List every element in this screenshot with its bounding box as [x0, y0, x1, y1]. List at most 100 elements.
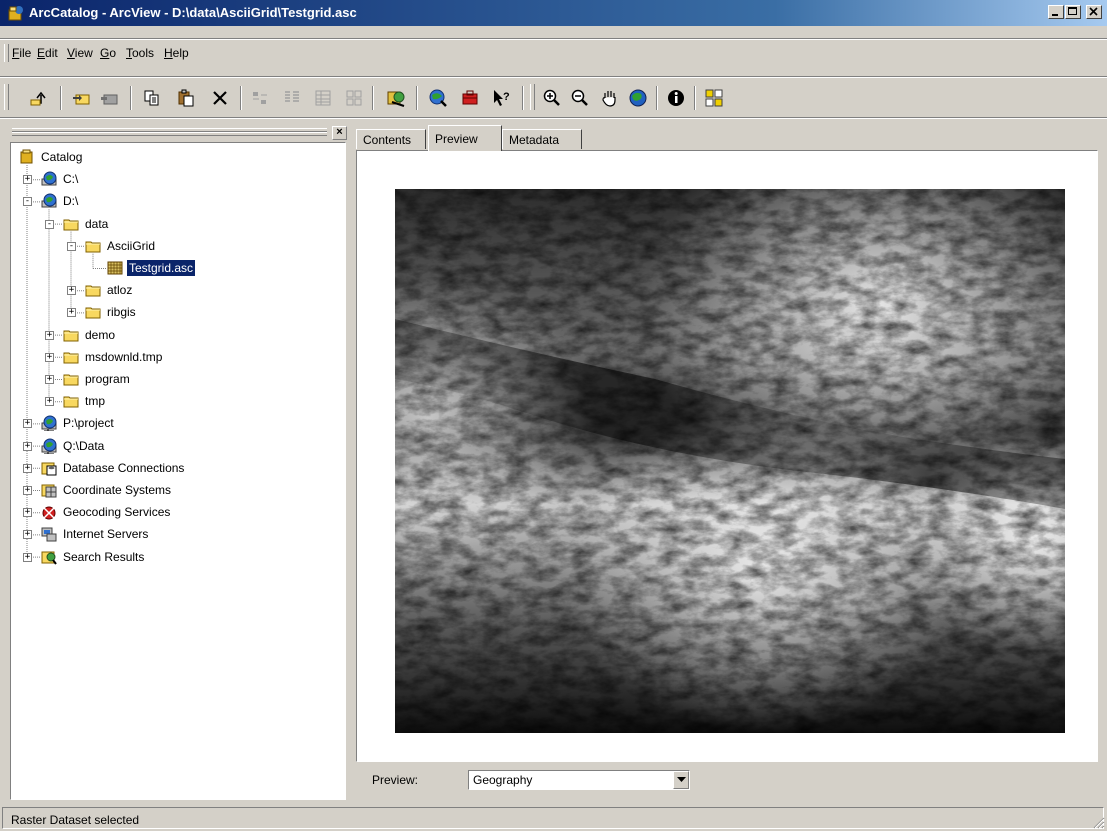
expand-icon[interactable]: +: [23, 552, 32, 562]
tree-item[interactable]: C:\: [41, 169, 80, 189]
tree-item[interactable]: Testgrid.asc: [107, 258, 197, 278]
toolbar-grip[interactable]: [4, 84, 9, 110]
copy-button[interactable]: [140, 86, 164, 110]
tree-item[interactable]: msdownld.tmp: [63, 347, 164, 367]
toolbar-separator: [240, 86, 242, 110]
collapse-icon[interactable]: -: [45, 219, 54, 229]
tree-item[interactable]: Search Results: [41, 547, 146, 567]
tree-item[interactable]: P:\project: [41, 413, 116, 433]
menu-view[interactable]: View: [67, 46, 93, 60]
toolbar-separator: [130, 86, 132, 110]
pan-button[interactable]: [598, 86, 622, 110]
expand-icon[interactable]: +: [67, 286, 76, 296]
list-button[interactable]: [280, 86, 304, 110]
minimize-button[interactable]: [1048, 5, 1064, 19]
internet-servers-icon: [41, 527, 57, 542]
delete-button[interactable]: [208, 86, 232, 110]
resize-grip-icon[interactable]: [1091, 815, 1105, 829]
menu-tools[interactable]: Tools: [126, 46, 154, 60]
large-icons-icon: [253, 92, 267, 104]
coordinate-systems-icon: [41, 484, 57, 498]
expand-icon[interactable]: +: [45, 397, 54, 407]
tree-item[interactable]: Coordinate Systems: [41, 480, 173, 500]
catalog-pane-grip[interactable]: [12, 128, 327, 136]
tree-item[interactable]: Geocoding Services: [41, 502, 172, 522]
catalog-tree[interactable]: Catalog C:\ + D:\ - data - AsciiGrid - Testgrid.a…: [10, 142, 346, 800]
expand-icon[interactable]: +: [23, 486, 32, 495]
menu-help[interactable]: Help: [164, 46, 189, 60]
arcmap-icon: [387, 91, 405, 107]
expand-icon[interactable]: +: [23, 508, 32, 518]
menu-go[interactable]: Go: [100, 46, 116, 60]
menubar-grip[interactable]: [4, 44, 9, 62]
tree-item[interactable]: atloz: [85, 280, 134, 300]
preview-type-label: Preview:: [372, 773, 419, 787]
tree-item[interactable]: tmp: [63, 391, 107, 411]
toolbar-bottom-divider: [0, 117, 1107, 119]
catalog-pane-close-button[interactable]: ×: [332, 126, 347, 140]
catalog-icon: [20, 149, 33, 164]
expand-icon[interactable]: +: [23, 530, 32, 540]
menu-edit[interactable]: Edit: [37, 46, 58, 60]
drive-icon: [41, 171, 57, 186]
tree-item[interactable]: program: [63, 369, 132, 389]
thumbnails-button[interactable]: [342, 86, 366, 110]
raster-icon: [107, 261, 123, 275]
tree-item[interactable]: Catalog: [19, 147, 84, 167]
maximize-button[interactable]: [1065, 5, 1081, 19]
arccatalog-app-icon[interactable]: [7, 4, 25, 22]
expand-icon[interactable]: +: [23, 419, 32, 429]
expand-icon[interactable]: +: [45, 375, 54, 384]
raster-preview-image[interactable]: [395, 189, 1065, 733]
tree-item[interactable]: D:\: [41, 191, 80, 211]
menu-file[interactable]: File: [12, 46, 31, 60]
preview-type-dropdown-button[interactable]: [673, 771, 689, 789]
minimize-icon: [1052, 14, 1058, 16]
full-extent-button[interactable]: [626, 86, 650, 110]
expand-icon[interactable]: +: [23, 463, 32, 473]
expand-icon[interactable]: +: [45, 352, 54, 362]
tree-item[interactable]: data: [63, 214, 110, 234]
expand-icon[interactable]: +: [23, 441, 32, 451]
identify-button[interactable]: [664, 86, 688, 110]
tree-item-label: D:\: [63, 194, 79, 209]
toolbar-separator: [694, 86, 696, 110]
tree-item-label: Geocoding Services: [63, 505, 171, 520]
close-button[interactable]: [1086, 5, 1102, 19]
connect-to-folder-button[interactable]: [70, 86, 94, 110]
tree-item[interactable]: Q:\Data: [41, 436, 106, 456]
arctoolbox-button[interactable]: [426, 86, 450, 110]
create-thumbnail-button[interactable]: [702, 86, 726, 110]
paste-button[interactable]: [174, 86, 198, 110]
details-button[interactable]: [311, 86, 335, 110]
tools-toolbar-grip[interactable]: [530, 84, 535, 110]
tree-item-label: C:\: [63, 172, 79, 187]
create-thumbnail-icon: [705, 89, 723, 107]
menubar-top-divider: [0, 38, 1107, 40]
tree-item-label: ribgis: [107, 305, 136, 320]
preview-area[interactable]: [356, 150, 1098, 762]
collapse-icon[interactable]: -: [67, 241, 76, 251]
collapse-icon[interactable]: -: [23, 197, 32, 207]
tab-preview[interactable]: Preview: [428, 125, 502, 151]
large-icons-button[interactable]: [248, 86, 272, 110]
preview-type-select[interactable]: Geography: [468, 770, 690, 790]
tree-item[interactable]: AsciiGrid: [85, 236, 157, 256]
up-one-level-button[interactable]: [26, 86, 50, 110]
tab-contents[interactable]: Contents: [356, 129, 426, 149]
zoom-out-button[interactable]: [568, 86, 592, 110]
tab-metadata[interactable]: Metadata: [502, 129, 582, 149]
whats-this-button[interactable]: ?: [490, 86, 514, 110]
disconnect-from-folder-button[interactable]: [98, 86, 122, 110]
tree-item[interactable]: demo: [63, 325, 117, 345]
zoom-in-button[interactable]: [540, 86, 564, 110]
list-icon: [285, 91, 299, 102]
expand-icon[interactable]: +: [67, 308, 76, 318]
show-arctoolbox-button[interactable]: [458, 86, 482, 110]
tree-item[interactable]: Internet Servers: [41, 524, 150, 544]
tree-item[interactable]: ribgis: [85, 302, 138, 322]
expand-icon[interactable]: +: [23, 175, 32, 185]
launch-arcmap-button[interactable]: [384, 86, 408, 110]
expand-icon[interactable]: +: [45, 330, 54, 340]
tree-item[interactable]: Database Connections: [41, 458, 186, 478]
